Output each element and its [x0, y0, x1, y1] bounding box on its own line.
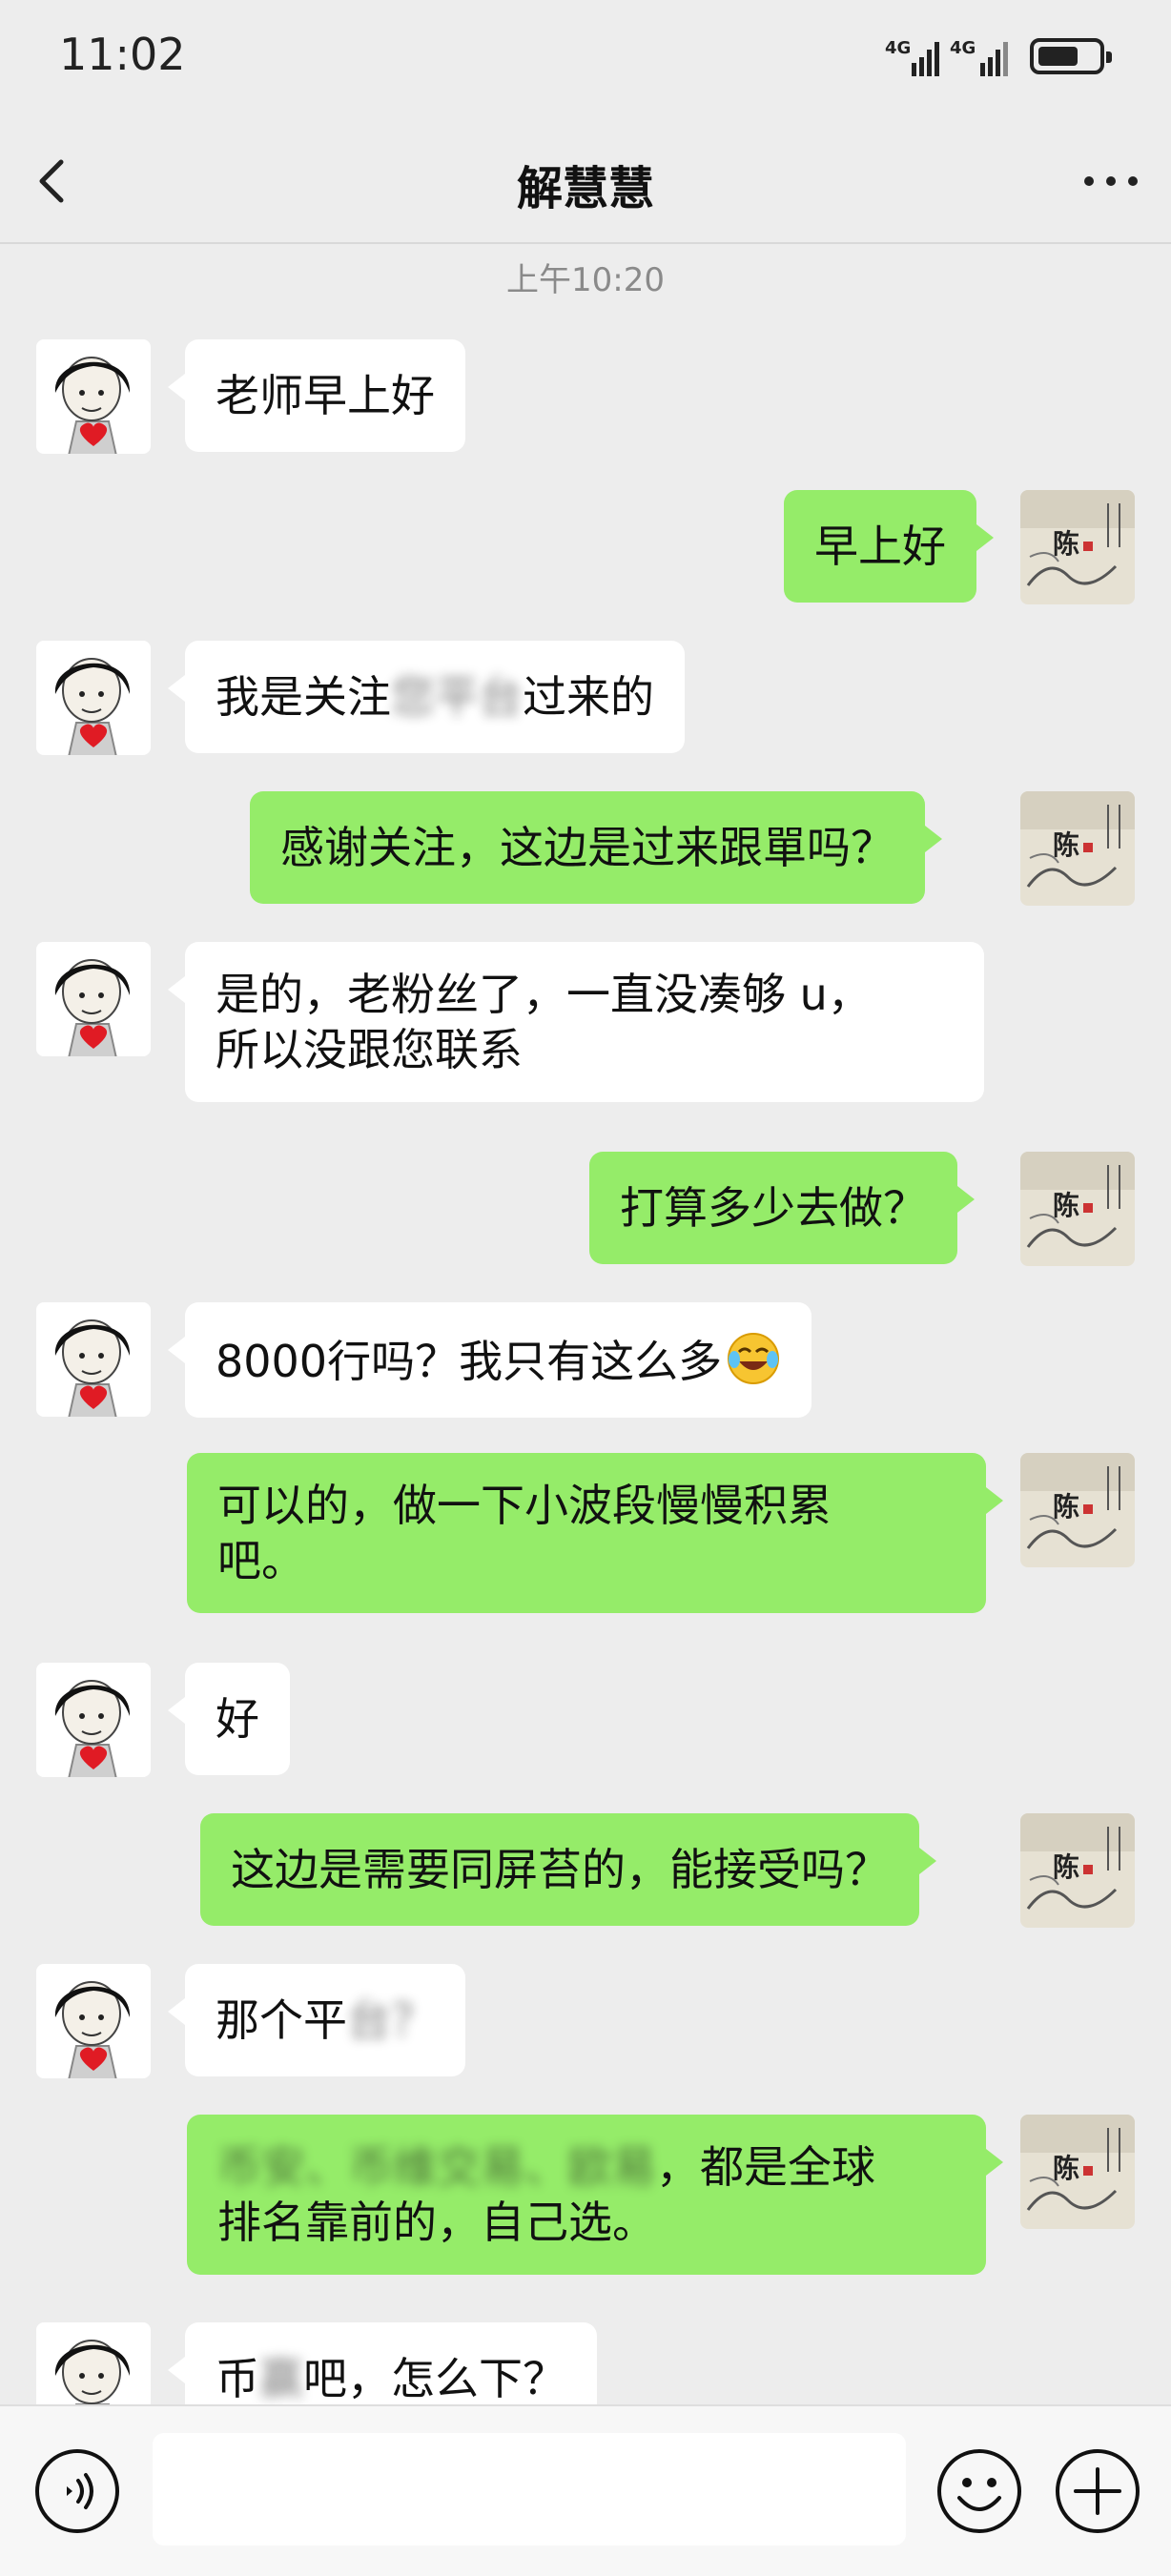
message-timestamp: 上午10:20 — [506, 261, 665, 299]
chat-header: 解慧慧 — [0, 114, 1171, 242]
message-text: 8000行吗？我只有这么多 — [216, 1336, 723, 1387]
message-bubble-incoming[interactable]: 那个平台？ — [168, 1964, 465, 2076]
message-text: 好 — [216, 1693, 259, 1745]
message-bubble-outgoing[interactable]: 打算多少去做？ — [589, 1152, 975, 1264]
message-bubble-outgoing[interactable]: 感谢关注，这边是过来跟單吗？ — [250, 791, 942, 904]
network-label-2: 4G — [950, 38, 976, 58]
message-bubble-incoming[interactable]: 8000行吗？我只有这么多 — [167, 1302, 812, 1418]
message-text: 这边是需要同屏苔的，能接受吗？ — [231, 1844, 889, 1895]
contact-avatar[interactable] — [36, 1964, 151, 2078]
contact-avatar[interactable] — [36, 2322, 151, 2404]
signal-2-icon: 4G — [950, 38, 1008, 76]
message-text: ，都是全球 — [656, 2141, 875, 2193]
battery-icon — [1030, 38, 1112, 74]
message-bubble-incoming[interactable]: 我是关注您平台过来的 — [168, 641, 685, 753]
message-bubble-outgoing[interactable]: 币安、币维交易、欧易，都是全球 排名靠前的，自己选。 — [187, 2115, 1003, 2275]
message-line: 排名靠前的，自己选。 — [217, 2197, 656, 2248]
my-avatar[interactable] — [1020, 2115, 1135, 2229]
message-text: 老师早上好 — [216, 370, 435, 421]
my-avatar[interactable] — [1020, 1152, 1135, 1266]
message-text: 吧，怎么下？ — [303, 2353, 566, 2404]
my-avatar[interactable] — [1020, 791, 1135, 906]
message-input[interactable] — [153, 2433, 906, 2545]
input-bar — [0, 2404, 1171, 2576]
message-text: 感谢关注，这边是过来跟單吗？ — [280, 822, 894, 873]
contact-avatar[interactable] — [36, 942, 151, 1056]
message-bubble-incoming[interactable]: 币赢吧，怎么下？ — [168, 2322, 597, 2404]
contact-avatar[interactable] — [36, 1663, 151, 1777]
message-bubble-incoming[interactable]: 是的，老粉丝了，一直没凑够 u， 所以没跟您联系 — [168, 942, 984, 1102]
my-avatar[interactable] — [1020, 1453, 1135, 1567]
message-text: 过来的 — [523, 671, 654, 723]
contact-avatar[interactable] — [36, 1302, 151, 1417]
my-avatar[interactable] — [1020, 1813, 1135, 1928]
status-bar: 11:02 4G 4G — [0, 0, 1171, 114]
network-label-1: 4G — [885, 38, 911, 58]
message-bubble-outgoing[interactable]: 可以的，做一下小波段慢慢积累 吧。 — [187, 1453, 1003, 1613]
message-line: 可以的，做一下小波段慢慢积累 — [217, 1480, 832, 1531]
message-bubble-outgoing[interactable]: 这边是需要同屏苔的，能接受吗？ — [200, 1813, 936, 1926]
signal-1-icon: 4G — [885, 38, 939, 76]
blurred-text: 台？ — [347, 1994, 435, 2046]
message-text: 我是关注 — [216, 671, 391, 723]
voice-icon[interactable] — [32, 2446, 122, 2536]
header-divider — [0, 242, 1171, 244]
message-text: 打算多少去做？ — [620, 1182, 927, 1234]
laughing-tears-emoji-icon — [728, 1333, 780, 1384]
message-text: 那个平 — [216, 1994, 347, 2046]
contact-avatar[interactable] — [36, 641, 151, 755]
chat-title: 解慧慧 — [516, 162, 654, 215]
message-list-clip: 币赢吧，怎么下？ — [0, 2288, 1171, 2404]
contact-avatar[interactable] — [36, 339, 151, 454]
message-line: 是的，老粉丝了，一直没凑够 u， — [216, 969, 872, 1020]
blurred-text: 您平台 — [391, 671, 523, 723]
message-bubble-incoming[interactable]: 好 — [168, 1663, 290, 1775]
emoji-icon[interactable] — [935, 2446, 1024, 2536]
status-time: 11:02 — [59, 29, 186, 80]
message-line: 币安、币维交易、欧易，都是全球 — [217, 2139, 955, 2195]
message-text: 早上好 — [814, 521, 946, 572]
message-line: 吧。 — [217, 1535, 305, 1586]
blurred-text: 币安、币维交易、欧易 — [217, 2141, 656, 2193]
plus-icon[interactable] — [1053, 2446, 1142, 2536]
message-text: 币 — [216, 2353, 259, 2404]
message-line: 所以没跟您联系 — [216, 1024, 523, 1075]
message-bubble-incoming[interactable]: 老师早上好 — [168, 339, 465, 452]
more-icon[interactable] — [1078, 153, 1144, 210]
blurred-text: 赢 — [259, 2353, 303, 2404]
message-bubble-outgoing[interactable]: 早上好 — [784, 490, 994, 603]
my-avatar[interactable] — [1020, 490, 1135, 604]
